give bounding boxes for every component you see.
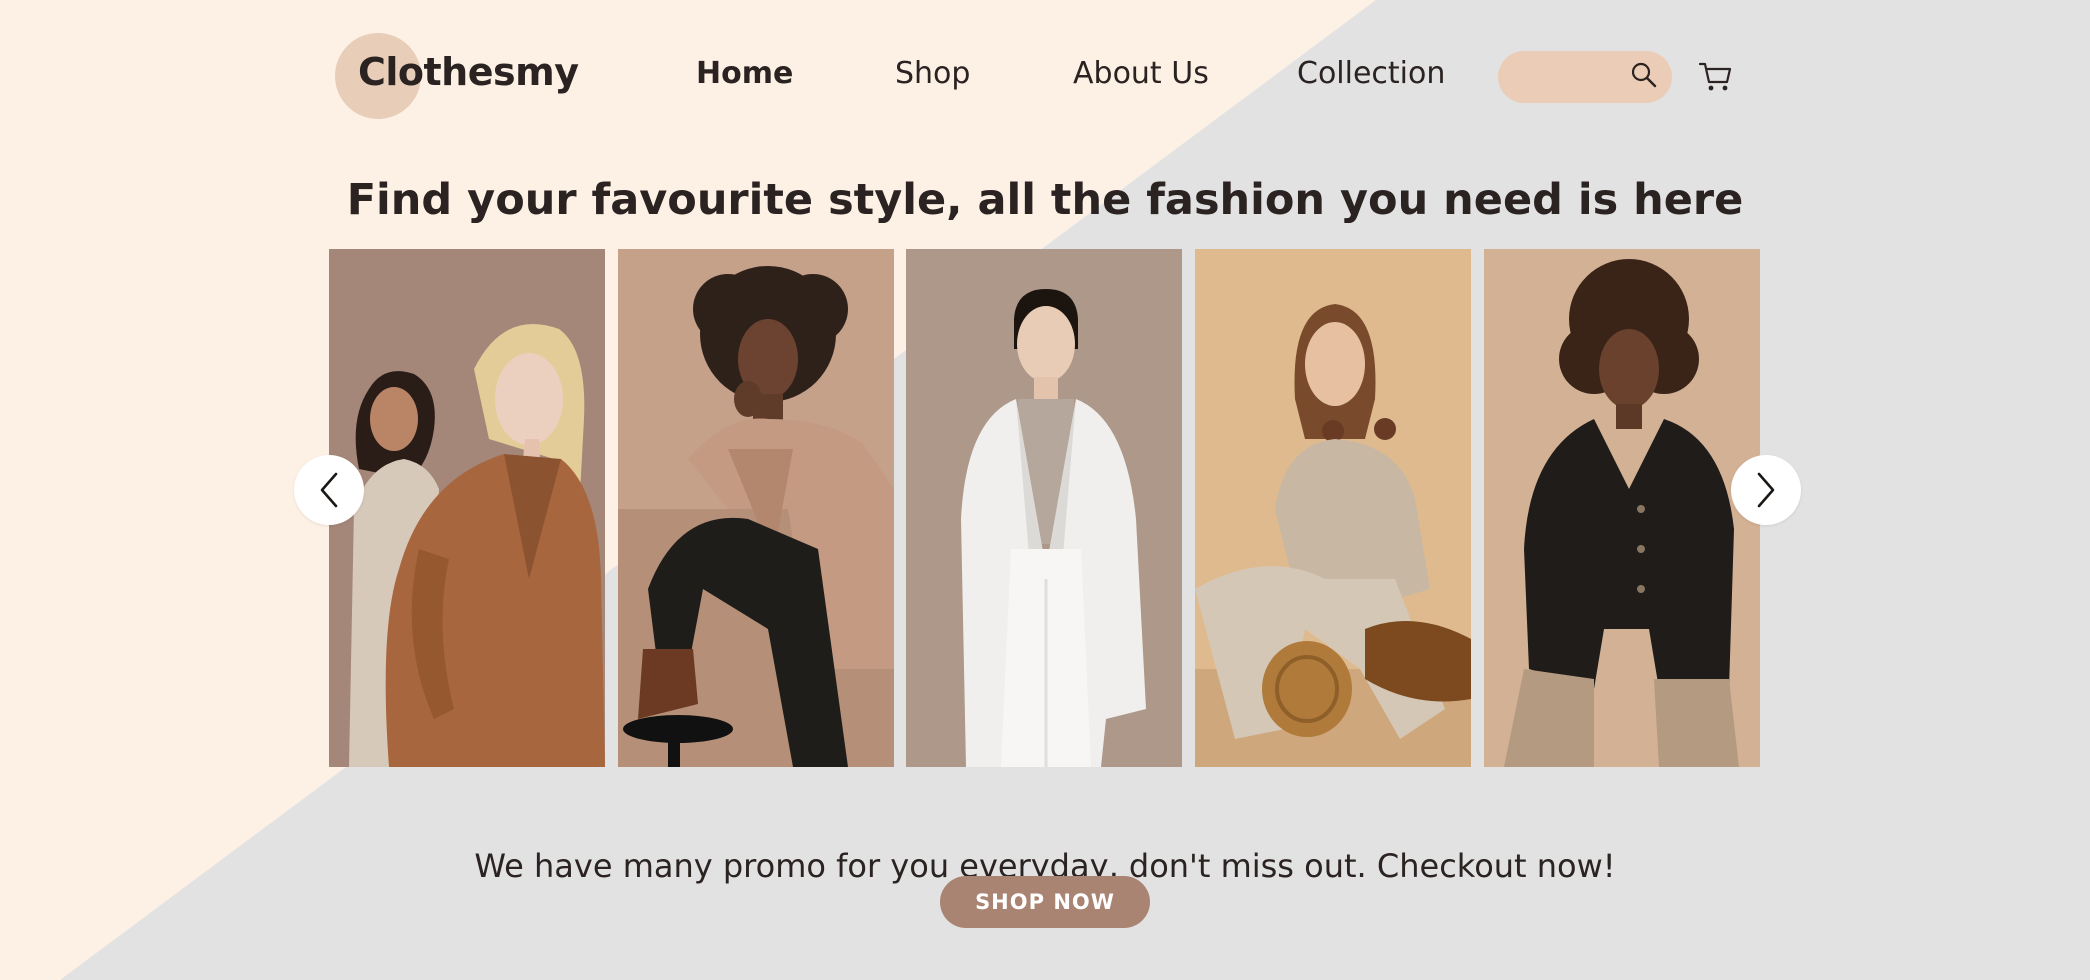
nav-about-us[interactable]: About Us	[1073, 56, 1209, 91]
carousel-next-button[interactable]	[1731, 455, 1801, 525]
gallery-photo-1[interactable]	[329, 249, 605, 767]
hero-headline: Find your favourite style, all the fashi…	[346, 174, 1744, 225]
nav-shop[interactable]: Shop	[895, 56, 970, 91]
chevron-left-icon	[320, 472, 338, 508]
search-input[interactable]	[1516, 51, 1630, 103]
gallery-photo-5[interactable]	[1484, 249, 1760, 767]
site-header: Clothesmy Home Shop About Us Collection	[0, 0, 2090, 150]
nav-collection[interactable]: Collection	[1297, 56, 1445, 91]
carousel-prev-button[interactable]	[294, 455, 364, 525]
shop-now-button[interactable]: SHOP NOW	[940, 876, 1150, 928]
search-icon[interactable]	[1630, 61, 1658, 89]
gallery-photo-4[interactable]	[1195, 249, 1471, 767]
cart-icon[interactable]	[1698, 58, 1734, 94]
brand-logo[interactable]: Clothesmy	[358, 50, 579, 94]
gallery-photo-3[interactable]	[906, 249, 1182, 767]
product-gallery	[329, 249, 1761, 767]
gallery-photo-2[interactable]	[618, 249, 894, 767]
nav-home[interactable]: Home	[696, 56, 793, 91]
chevron-right-icon	[1757, 472, 1775, 508]
